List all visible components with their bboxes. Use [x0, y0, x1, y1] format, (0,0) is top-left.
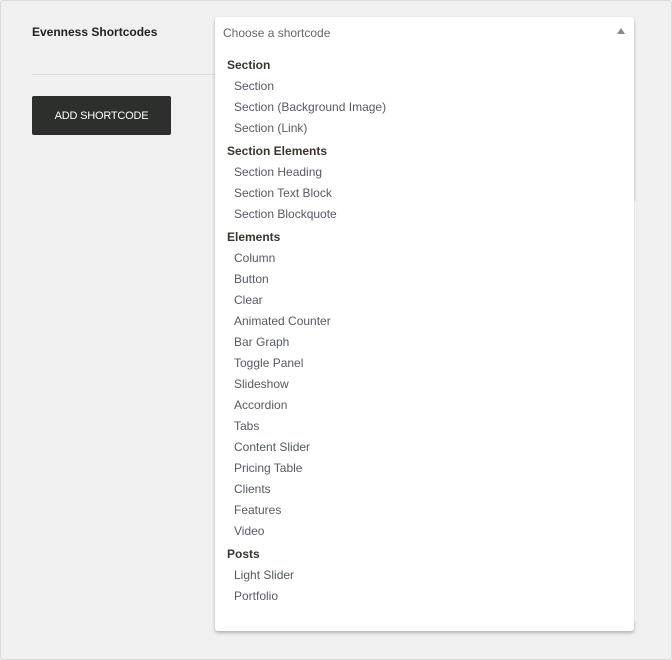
option-item[interactable]: Column [215, 248, 634, 269]
option-group: Posts Light Slider Portfolio [215, 544, 634, 607]
option-item[interactable]: Animated Counter [215, 311, 634, 332]
shortcode-panel: Evenness Shortcodes ADD SHORTCODE Choose… [0, 0, 672, 660]
option-group-label: Posts [227, 547, 260, 561]
divider [32, 74, 232, 75]
option-item[interactable]: Section [215, 76, 634, 97]
option-item[interactable]: Tabs [215, 416, 634, 437]
option-group-label: Section [227, 58, 271, 72]
add-shortcode-button[interactable]: ADD SHORTCODE [32, 96, 171, 135]
option-item[interactable]: Button [215, 269, 634, 290]
option-item[interactable]: Pricing Table [215, 458, 634, 479]
option-item[interactable]: Slideshow [215, 374, 634, 395]
option-item[interactable]: Accordion [215, 395, 634, 416]
option-item[interactable]: Content Slider [215, 437, 634, 458]
option-group-label: Section Elements [227, 144, 328, 158]
caret-up-icon[interactable] [617, 28, 625, 34]
shortcode-select[interactable]: Choose a shortcode Section Section Section… [215, 17, 634, 631]
select-placeholder: Choose a shortcode [223, 26, 331, 40]
option-group-label: Elements [227, 230, 281, 244]
option-item[interactable]: Section (Background Image) [215, 97, 634, 118]
option-item[interactable]: Features [215, 500, 634, 521]
option-item[interactable]: Toggle Panel [215, 353, 634, 374]
option-item[interactable]: Clear [215, 290, 634, 311]
option-item[interactable]: Section Blockquote [215, 204, 634, 225]
option-item[interactable]: Portfolio [215, 586, 634, 607]
option-item[interactable]: Clients [215, 479, 634, 500]
option-group: Section Elements Section Heading Section T… [215, 141, 634, 225]
select-head[interactable]: Choose a shortcode [215, 17, 634, 49]
options-list: Section Section Section (Background Image)… [215, 55, 634, 609]
option-item[interactable]: Section (Link) [215, 118, 634, 139]
field-label: Evenness Shortcodes [32, 25, 158, 39]
option-item[interactable]: Light Slider [215, 565, 634, 586]
option-item[interactable]: Section Text Block [215, 183, 634, 204]
option-group: Elements Column Button Clear Animated Counte… [215, 227, 634, 542]
option-group: Section Section Section (Background Image)… [215, 55, 634, 139]
option-item[interactable]: Video [215, 521, 634, 542]
option-item[interactable]: Section Heading [215, 162, 634, 183]
option-item[interactable]: Bar Graph [215, 332, 634, 353]
